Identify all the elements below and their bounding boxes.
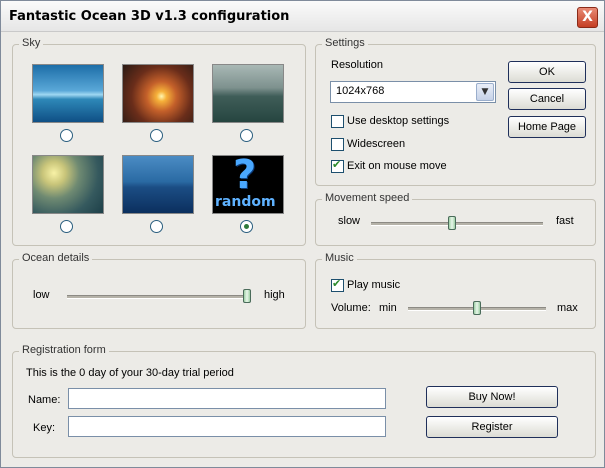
volume-label: Volume: — [331, 302, 371, 314]
movement-max-label: fast — [556, 215, 574, 227]
resolution-select[interactable]: 1024x768 ▼ — [330, 81, 496, 103]
sky-thumb-5[interactable] — [122, 155, 194, 214]
key-label: Key: — [33, 422, 56, 434]
chevron-down-icon[interactable]: ▼ — [476, 83, 494, 101]
exit-on-mouse-checkbox[interactable] — [331, 158, 344, 173]
exit-on-mouse-label: Exit on mouse move — [347, 160, 447, 172]
name-label: Name: — [28, 394, 61, 406]
home-page-button[interactable]: Home Page — [508, 116, 586, 138]
sky-thumb-3[interactable] — [212, 64, 284, 123]
sky-radio-random[interactable] — [240, 220, 253, 233]
title-bar[interactable]: Fantastic Ocean 3D v1.3 configuration X — [1, 1, 604, 32]
sky-radio-3[interactable] — [240, 129, 253, 142]
sky-thumb-4[interactable] — [32, 155, 104, 214]
trial-text: This is the 0 day of your 30-day trial p… — [26, 367, 234, 379]
close-icon: X — [582, 9, 593, 25]
movement-track[interactable] — [371, 222, 543, 226]
music-group: Music Play music Volume: min max — [315, 252, 596, 329]
settings-legend: Settings — [322, 37, 368, 49]
ocean-legend: Ocean details — [19, 252, 93, 264]
ocean-max-label: high — [264, 289, 285, 301]
movement-slider[interactable] — [448, 216, 457, 230]
sky-radio-2[interactable] — [150, 129, 163, 142]
config-window: Fantastic Ocean 3D v1.3 configuration X … — [0, 0, 605, 468]
volume-max-label: max — [557, 302, 578, 314]
sky-radio-5[interactable] — [150, 220, 163, 233]
settings-group: Settings Resolution 1024x768 ▼ Use deskt… — [315, 37, 596, 186]
cancel-button[interactable]: Cancel — [508, 88, 586, 110]
resolution-value: 1024x768 — [336, 85, 385, 97]
movement-legend: Movement speed — [322, 192, 413, 204]
register-button[interactable]: Register — [426, 416, 558, 438]
movement-min-label: slow — [338, 215, 361, 227]
sky-group: Sky ? random — [12, 37, 306, 246]
random-label: random — [215, 194, 276, 210]
widescreen-label: Widescreen — [347, 138, 406, 150]
ocean-details-group: Ocean details low high — [12, 252, 306, 329]
ocean-slider[interactable] — [243, 289, 251, 303]
play-music-label: Play music — [347, 279, 401, 291]
volume-min-label: min — [379, 302, 397, 314]
close-button[interactable]: X — [577, 7, 598, 28]
music-legend: Music — [322, 252, 357, 264]
question-mark-icon: ? — [233, 152, 257, 198]
ocean-min-label: low — [33, 289, 50, 301]
sky-radio-4[interactable] — [60, 220, 73, 233]
buy-now-button[interactable]: Buy Now! — [426, 386, 558, 408]
resolution-label: Resolution — [331, 59, 383, 71]
registration-group: Registration form This is the 0 day of y… — [12, 344, 596, 458]
volume-slider[interactable] — [473, 301, 481, 315]
window-title: Fantastic Ocean 3D v1.3 configuration — [9, 9, 290, 24]
use-desktop-label: Use desktop settings — [347, 115, 450, 127]
sky-legend: Sky — [19, 37, 44, 49]
registration-legend: Registration form — [19, 344, 109, 356]
name-input[interactable] — [68, 388, 386, 409]
ok-button[interactable]: OK — [508, 61, 586, 83]
use-desktop-checkbox[interactable] — [331, 115, 344, 128]
widescreen-checkbox[interactable] — [331, 138, 344, 151]
sky-thumb-2[interactable] — [122, 64, 194, 123]
ocean-track[interactable] — [67, 295, 251, 299]
play-music-checkbox[interactable] — [331, 277, 344, 292]
sky-thumb-1[interactable] — [32, 64, 104, 123]
sky-radio-1[interactable] — [60, 129, 73, 142]
sky-thumb-random[interactable]: ? random — [212, 152, 284, 214]
key-input[interactable] — [68, 416, 386, 437]
movement-speed-group: Movement speed slow fast — [315, 192, 596, 246]
